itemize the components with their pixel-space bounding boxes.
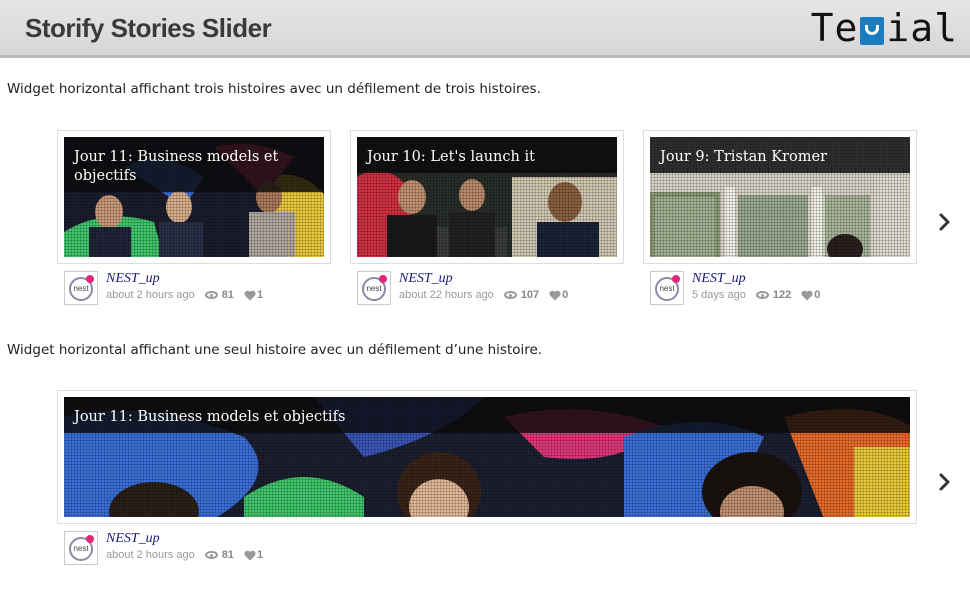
page-header: Storify Stories Slider Te ial xyxy=(0,0,970,58)
eye-icon xyxy=(755,291,769,299)
chevron-right-icon[interactable] xyxy=(935,470,955,494)
chevron-right-icon[interactable] xyxy=(935,210,955,234)
like-count: 1 xyxy=(256,549,264,561)
author-link[interactable]: NEST_up xyxy=(692,271,746,287)
avatar[interactable]: nest xyxy=(650,271,684,305)
story-card[interactable]: Jour 11: Business models et objectifs xyxy=(57,390,917,524)
view-count: 81 xyxy=(221,549,234,561)
story-thumbnail[interactable]: Jour 9: Tristan Kromer xyxy=(650,137,910,257)
heart-icon xyxy=(244,550,256,560)
story-time: about 2 hours ago xyxy=(106,549,195,561)
story-thumbnail[interactable]: Jour 10: Let's launch it xyxy=(357,137,617,257)
heart-icon xyxy=(244,290,256,300)
logo-text-left: Te xyxy=(810,6,859,50)
story-title[interactable]: Jour 11: Business models et objectifs xyxy=(64,397,910,433)
author-link[interactable]: NEST_up xyxy=(399,271,453,287)
author-link[interactable]: NEST_up xyxy=(106,271,160,287)
story-thumbnail[interactable]: Jour 11: Business models et objectifs xyxy=(64,397,910,517)
heart-icon xyxy=(549,290,561,300)
author-link[interactable]: NEST_up xyxy=(106,531,160,547)
section2-description: Widget horizontal affichant une seul his… xyxy=(7,342,543,358)
view-count: 81 xyxy=(221,289,234,301)
like-count: 1 xyxy=(256,289,264,301)
view-count: 122 xyxy=(772,289,792,301)
view-count: 107 xyxy=(520,289,540,301)
like-count: 0 xyxy=(562,289,569,301)
avatar[interactable]: nest xyxy=(357,271,391,305)
story-time: 5 days ago xyxy=(692,289,746,301)
story-time: about 2 hours ago xyxy=(106,289,195,301)
story-stats: 5 days ago 122 0 xyxy=(692,289,820,301)
logo-text-right: ial xyxy=(886,6,958,50)
like-count: 0 xyxy=(814,289,821,301)
story-meta: nest NEST_up about 2 hours ago 81 1 xyxy=(64,531,324,567)
avatar[interactable]: nest xyxy=(64,271,98,305)
story-title[interactable]: Jour 11: Business models et objectifs xyxy=(64,137,324,192)
story-stats: about 22 hours ago 107 0 xyxy=(399,289,568,301)
story-title[interactable]: Jour 10: Let's launch it xyxy=(357,137,617,173)
avatar[interactable]: nest xyxy=(64,531,98,565)
story-time: about 22 hours ago xyxy=(399,289,494,301)
story-card[interactable]: Jour 9: Tristan Kromer xyxy=(643,130,917,264)
story-stats: about 2 hours ago 81 1 xyxy=(106,549,263,561)
page-title: Storify Stories Slider xyxy=(25,13,272,43)
eye-icon xyxy=(503,291,517,299)
section1-description: Widget horizontal affichant trois histoi… xyxy=(7,81,541,97)
heart-icon xyxy=(801,290,813,300)
story-meta: nest NEST_up 5 days ago 122 0 xyxy=(650,271,910,307)
story-meta: nest NEST_up about 22 hours ago 107 0 xyxy=(357,271,617,307)
story-stats: about 2 hours ago 81 1 xyxy=(106,289,263,301)
story-meta: nest NEST_up about 2 hours ago 81 1 xyxy=(64,271,324,307)
story-card[interactable]: Jour 10: Let's launch it xyxy=(350,130,624,264)
eye-icon xyxy=(204,291,218,299)
tesial-logo: Te ial xyxy=(811,6,958,50)
story-thumbnail[interactable]: Jour 11: Business models et objectifs xyxy=(64,137,324,257)
story-title[interactable]: Jour 9: Tristan Kromer xyxy=(650,137,910,173)
eye-icon xyxy=(204,551,218,559)
story-card[interactable]: Jour 11: Business models et objectifs xyxy=(57,130,331,264)
logo-mark-icon xyxy=(860,17,885,45)
